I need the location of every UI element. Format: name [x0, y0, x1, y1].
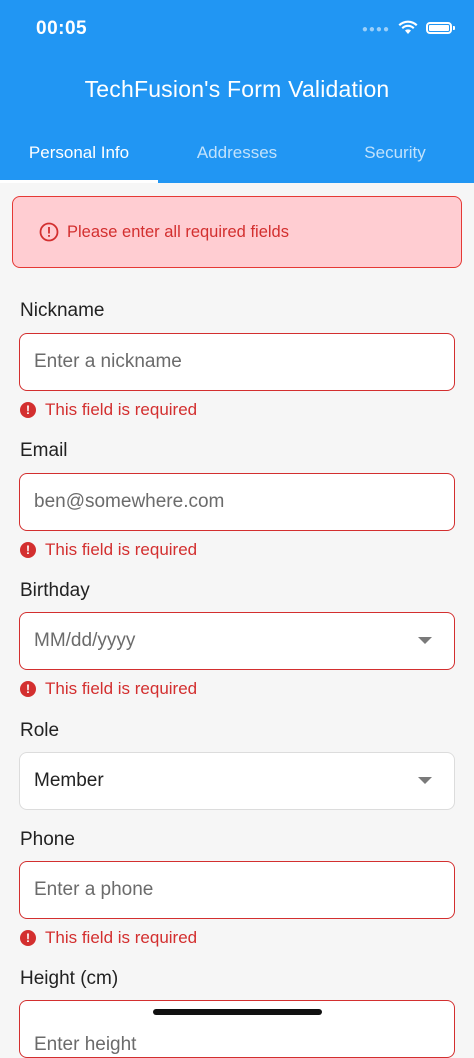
phone-input[interactable]: Enter a phone	[19, 861, 455, 919]
error-icon: !	[20, 930, 36, 946]
birthday-label: Birthday	[20, 580, 90, 601]
tab-security[interactable]: Security	[316, 132, 474, 183]
wifi-icon	[398, 20, 418, 34]
error-outline-icon	[39, 222, 59, 242]
dropdown-arrow-icon	[418, 637, 432, 644]
nickname-label: Nickname	[20, 300, 105, 321]
birthday-error: ! This field is required	[20, 679, 197, 699]
nickname-input[interactable]: Enter a nickname	[19, 333, 455, 391]
nickname-error-text: This field is required	[45, 400, 198, 419]
phone-label: Phone	[20, 829, 75, 850]
birthday-placeholder: MM/dd/yyyy	[34, 630, 136, 651]
app-bar: 00:05 ●●●● TechFusion's Form Validation …	[0, 0, 474, 183]
role-dropdown[interactable]: Member	[19, 752, 455, 810]
signal-icon: ●●●●	[361, 24, 390, 35]
dropdown-arrow-icon	[418, 777, 432, 784]
email-placeholder: ben@somewhere.com	[34, 491, 225, 512]
home-indicator	[153, 1009, 322, 1015]
phone-error: ! This field is required	[20, 928, 197, 948]
height-label: Height (cm)	[20, 968, 119, 989]
role-label: Role	[20, 720, 60, 741]
email-input[interactable]: ben@somewhere.com	[19, 473, 455, 531]
tab-addresses[interactable]: Addresses	[158, 132, 316, 183]
tab-personal-info[interactable]: Personal Info	[0, 132, 158, 183]
birthday-error-text: This field is required	[45, 679, 198, 698]
birthday-dropdown[interactable]: MM/dd/yyyy	[19, 612, 455, 670]
nickname-error: ! This field is required	[20, 400, 197, 420]
error-icon: !	[20, 402, 36, 418]
error-icon: !	[20, 681, 36, 697]
nickname-placeholder: Enter a nickname	[34, 351, 182, 372]
tab-bar: Personal Info Addresses Security	[0, 132, 474, 183]
phone-placeholder: Enter a phone	[34, 879, 154, 900]
error-banner-text: Please enter all required fields	[67, 222, 289, 241]
phone-error-text: This field is required	[45, 928, 198, 947]
email-error-text: This field is required	[45, 540, 198, 559]
battery-icon	[426, 21, 455, 34]
status-time: 00:05	[36, 18, 88, 39]
email-error: ! This field is required	[20, 540, 197, 560]
height-placeholder: Enter height	[34, 1034, 137, 1055]
email-label: Email	[20, 440, 68, 461]
status-icons: ●●●●	[361, 20, 455, 35]
error-banner: Please enter all required fields	[12, 196, 462, 268]
page-title: TechFusion's Form Validation	[84, 76, 390, 102]
role-value: Member	[34, 770, 104, 791]
error-icon: !	[20, 542, 36, 558]
